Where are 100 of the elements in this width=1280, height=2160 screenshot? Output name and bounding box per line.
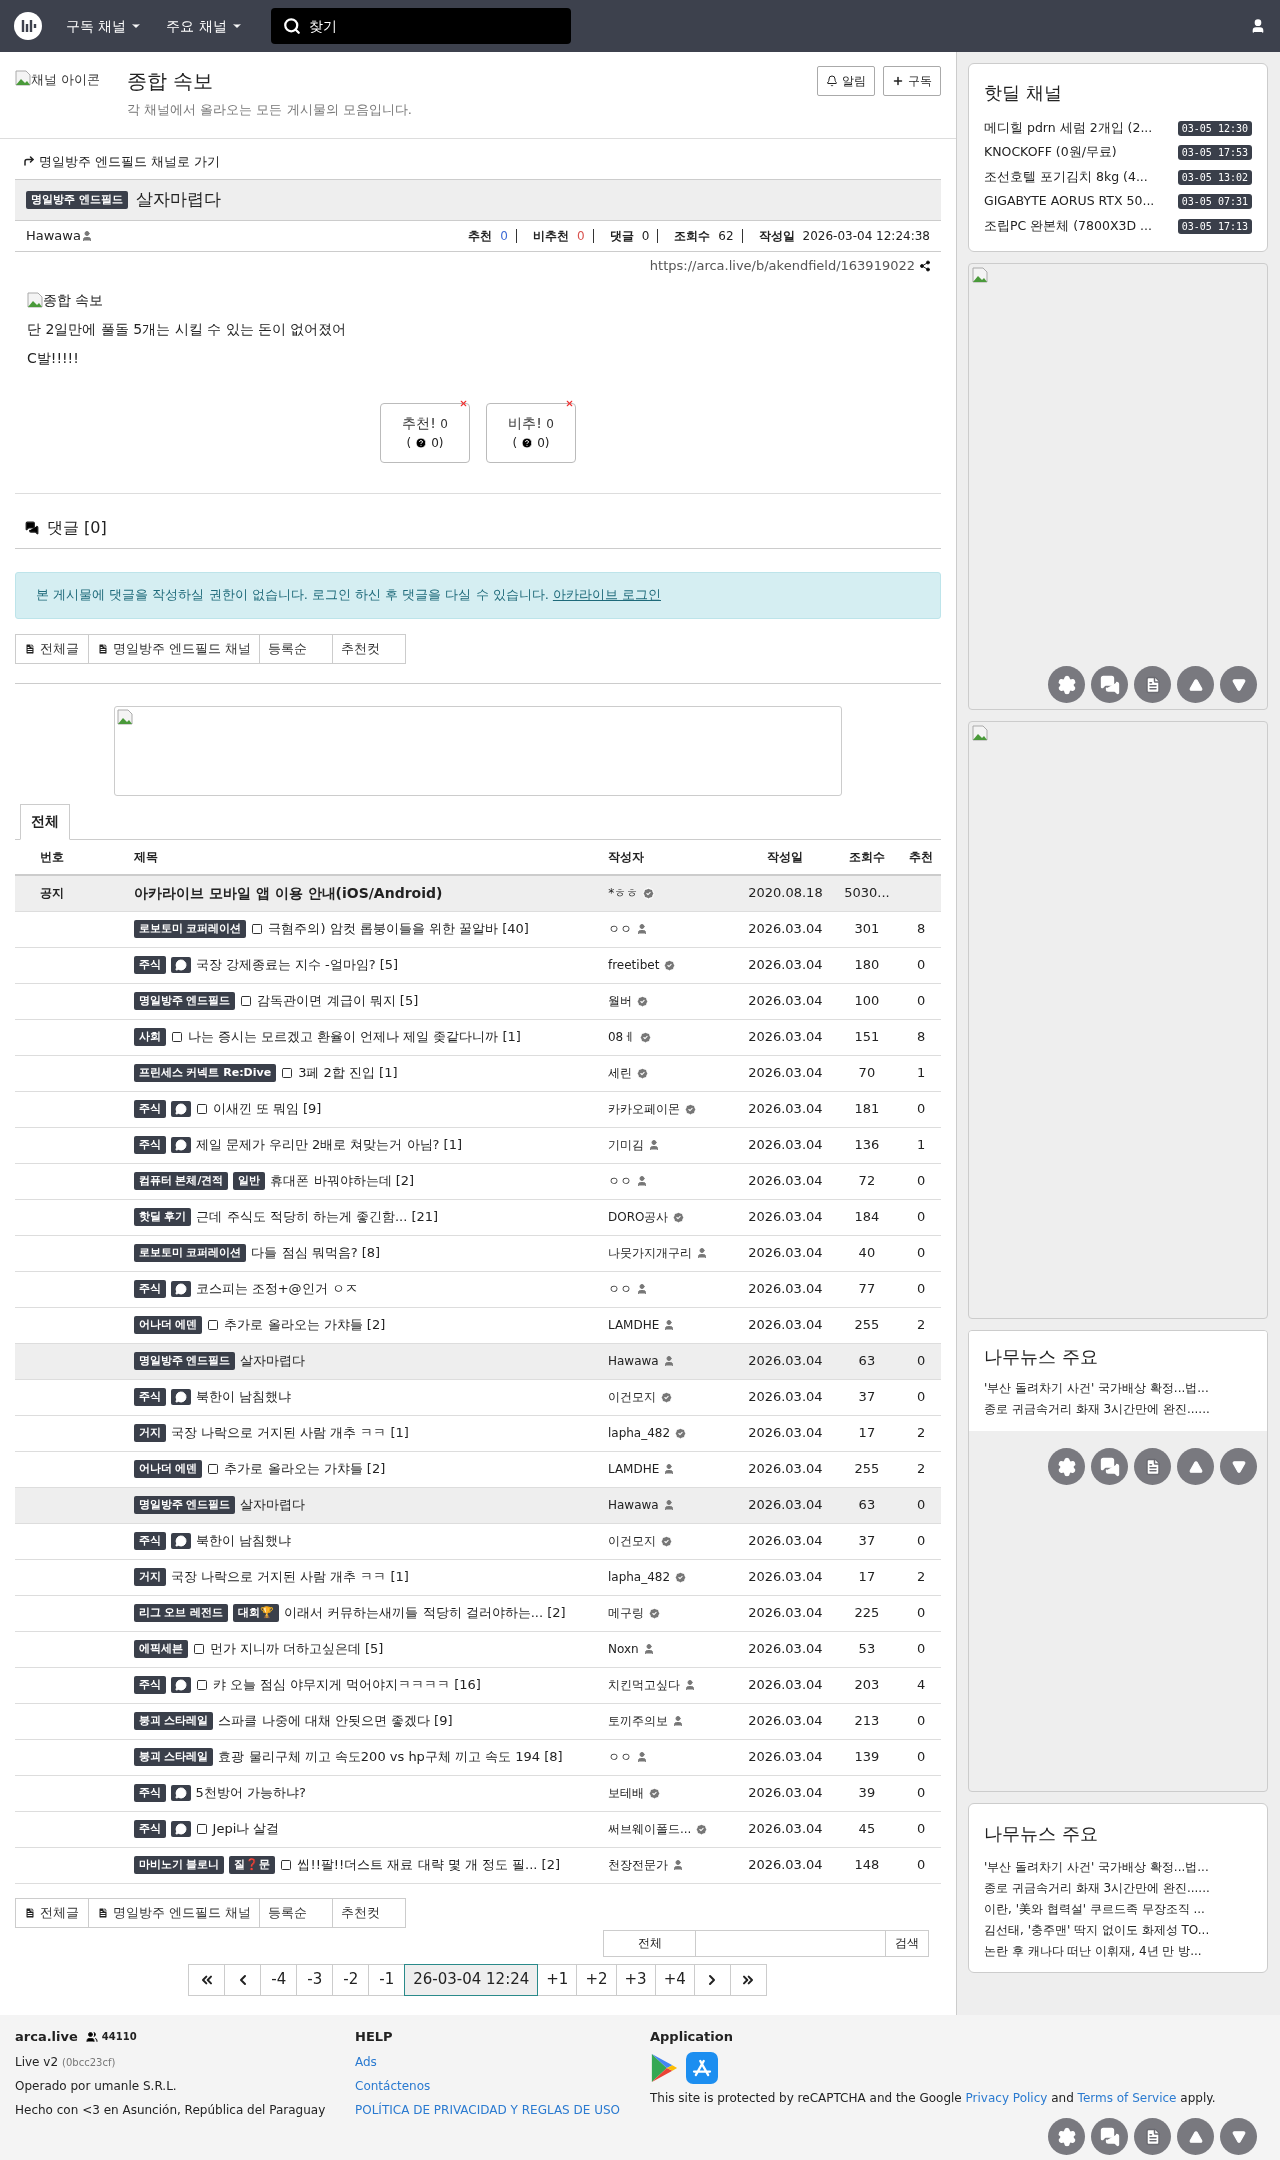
search-scope-select[interactable]: 전체 [603, 1929, 696, 1957]
post-title-link[interactable]: 근데 주식도 적당히 하는게 좋긴함... [21] [196, 1207, 439, 1227]
post-title-link[interactable]: 살자마렵다 [240, 1495, 306, 1515]
views-cell-text: 181 [853, 1100, 881, 1119]
post-title-link[interactable]: Jepi나 살걸 [212, 1819, 280, 1839]
vote-button[interactable]: 추천! 0 ( 0) [380, 402, 470, 463]
table-row[interactable]: 명일방주 엔드필드 살자마렵다 Hawawa 2026.03.04 63 0 [15, 1487, 941, 1524]
last-page-button[interactable] [729, 1963, 767, 1996]
footer-brand: arca.live [15, 2028, 78, 2046]
post-title-link[interactable]: 휴대폰 바꿔야하는데 [2] [270, 1171, 415, 1191]
post-title-link[interactable]: 5천방어 가능하냐? [195, 1783, 306, 1803]
verified-icon [635, 994, 649, 1008]
terms-link[interactable]: Terms of Service [1077, 2090, 1177, 2105]
close-icon[interactable] [459, 398, 468, 408]
subscribe-button[interactable]: 구독 [883, 66, 941, 96]
board-search-field[interactable] [696, 1929, 886, 1957]
list-tab[interactable]: 등록순 [259, 1897, 334, 1928]
list-tab[interactable]: 추천컷 [332, 1897, 407, 1928]
post-title-link[interactable]: 3페 2합 진입 [1] [298, 1063, 398, 1083]
list-tab[interactable]: 등록순 [259, 633, 334, 664]
user-icon[interactable] [1250, 18, 1266, 34]
post-title-link[interactable]: 극혐주의) 암컷 롭붕이들을 위한 꿀알바 [40] [268, 919, 529, 939]
page-button[interactable]: +2 [576, 1963, 617, 1996]
search-field[interactable]: 찾기 [270, 8, 571, 44]
alarm-button[interactable]: 알림 [817, 66, 875, 96]
post-title-link[interactable]: 효광 물리구체 끼고 속도200 vs hp구체 끼고 속도 194 [8] [218, 1747, 563, 1767]
back-to-channel-link[interactable]: 명일방주 엔드필드 채널로 가기 [23, 151, 941, 171]
post-title-link[interactable]: 씹!!팔!!더스트 재료 대략 몇 개 정도 필... [2] [297, 1855, 561, 1875]
table-row[interactable]: 명일방주 엔드필드 살자마렵다 Hawawa 2026.03.04 63 0 [15, 1343, 941, 1380]
news-link[interactable]: 종로 귀금속거리 화재 3시간만에 완진...... [984, 1398, 1210, 1420]
post-title-link[interactable]: 먼가 지니까 더하고싶은데 [5] [209, 1639, 384, 1659]
prev-page-button[interactable] [224, 1963, 262, 1996]
nav-menu[interactable]: 구독 채널 [66, 15, 143, 37]
post-title-link[interactable]: 다들 점심 뭐먹음? [8] [251, 1243, 381, 1263]
privacy-policy-link[interactable]: Privacy Policy [965, 2090, 1048, 2105]
hotdeal-link[interactable]: KNOCKOFF (0원/무료) [984, 143, 1117, 163]
list-tab[interactable]: 전체글 [15, 1897, 89, 1928]
category-badge: 거지 [133, 1567, 166, 1587]
post-title-link[interactable]: 코스피는 조정+@인거 ㅇㅈ [195, 1279, 358, 1299]
notice-title-link[interactable]: 아카라이브 모바일 앱 이용 안내(iOS/Android) [134, 882, 609, 904]
hotdeal-link[interactable]: 조선호텔 포기김치 8kg (4... [984, 167, 1148, 187]
post-title-link[interactable]: 나는 증시는 모르겠고 환율이 언제나 제일 좆같다니까 [1] [187, 1027, 521, 1047]
news-link[interactable]: 김선태, '충주맨' 딱지 없이도 화제성 TO... [984, 1919, 1210, 1941]
list-tab[interactable]: 추천컷 [332, 633, 407, 664]
vote-button[interactable]: 비추! 0 ( 0) [486, 402, 576, 463]
board-tab[interactable]: 전체 [20, 803, 70, 840]
close-icon[interactable] [565, 398, 574, 408]
page-button[interactable]: -4 [260, 1963, 298, 1996]
first-page-button[interactable] [188, 1963, 226, 1996]
news-link[interactable]: 이란, '美와 협력설' 쿠르드족 무장조직 ... [984, 1898, 1205, 1920]
play-store-icon[interactable] [650, 2051, 678, 2084]
post-title-link[interactable]: 스파클 나중에 대채 안됫으면 좋겠다 [9] [218, 1711, 453, 1731]
help-link[interactable]: Contáctenos [355, 2076, 650, 2095]
author-name: freetibet [607, 957, 660, 974]
post-title-link[interactable]: 국장 강제종료는 지수 -얼마임? [5] [195, 955, 399, 975]
post-title-link[interactable]: 살자마렵다 [240, 1351, 306, 1371]
news-link[interactable]: '부산 돌려차기 사건' 국가배상 확정...법... [984, 1856, 1209, 1878]
post-title-link[interactable]: 이새낀 또 뭐임 [9] [212, 1099, 322, 1119]
page-button[interactable]: +3 [615, 1963, 656, 1996]
hotdeal-link[interactable]: 메디힐 pdrn 세럼 2개입 (2... [984, 118, 1153, 138]
help-link[interactable]: POLÍTICA DE PRIVACIDAD Y REGLAS DE USO [355, 2100, 650, 2119]
app-store-icon[interactable] [686, 2051, 718, 2084]
page-button[interactable]: -3 [296, 1963, 334, 1996]
stat-label: 작성일 [758, 228, 795, 245]
login-link[interactable]: 아카라이브 로그인 [552, 585, 661, 605]
post-title-link[interactable]: 북한이 남침했냐 [195, 1387, 291, 1407]
news-link[interactable]: '부산 돌려차기 사건' 국가배상 확정...법... [984, 1377, 1209, 1399]
page-button[interactable]: +4 [654, 1963, 695, 1996]
post-author: Hawawa [26, 227, 81, 246]
share-icon[interactable] [919, 259, 931, 272]
post-title-link[interactable]: 감독관이면 계급이 뭐지 [5] [257, 991, 419, 1011]
list-tab[interactable]: 명일방주 엔드필드 채널 [88, 633, 261, 664]
speech-bubble-icon [174, 959, 187, 971]
list-tab[interactable]: 전체글 [15, 633, 89, 664]
page-button[interactable]: -2 [332, 1963, 370, 1996]
logo-icon[interactable] [14, 12, 42, 40]
list-tab[interactable]: 명일방주 엔드필드 채널 [88, 1897, 261, 1928]
category-badge: 붕괴 스타레일 [133, 1711, 214, 1731]
help-link[interactable]: Ads [355, 2052, 650, 2071]
post-title-link[interactable]: 추가로 올라오는 가챠들 [2] [224, 1315, 386, 1335]
post-title-link[interactable]: 캬 오늘 점심 야무지게 먹어야지ㅋㅋㅋㅋ [16] [212, 1675, 481, 1695]
post-title-link[interactable]: 제일 문제가 우리만 2배로 쳐맞는거 아님? [1] [195, 1135, 462, 1155]
verified-icon [659, 1390, 673, 1404]
search-button[interactable]: 검색 [886, 1929, 929, 1957]
post-title-link[interactable]: 이래서 커뮤하는새끼들 적당히 걸러야하는... [2] [284, 1603, 566, 1623]
post-title-link[interactable]: 추가로 올라오는 가챠들 [2] [224, 1459, 386, 1479]
user-icon [662, 1355, 675, 1367]
post-title-link[interactable]: 북한이 남침했냐 [195, 1531, 291, 1551]
hotdeal-link[interactable]: 조립PC 완본체 (7800X3D ... [984, 216, 1152, 236]
page-button[interactable]: 26-03-04 12:24 [404, 1963, 539, 1996]
next-page-button[interactable] [693, 1963, 731, 1996]
post-title-link[interactable]: 국장 나락으로 거지된 사람 개추 ㅋㅋ [1] [170, 1567, 409, 1587]
page-button[interactable]: +1 [537, 1963, 578, 1996]
post-title-link[interactable]: 국장 나락으로 거지된 사람 개추 ㅋㅋ [1] [170, 1423, 409, 1443]
nav-menu[interactable]: 주요 채널 [166, 15, 243, 37]
news-link[interactable]: 논란 후 캐나다 떠난 이휘재, 4년 만 방... [984, 1940, 1202, 1962]
date-cell-text: 2020.08.18 [747, 884, 824, 903]
post-url-link[interactable]: https://arca.live/b/akendfield/163919022 [649, 256, 915, 276]
news-link[interactable]: 종로 귀금속거리 화재 3시간만에 완진...... [984, 1877, 1210, 1899]
hotdeal-link[interactable]: GIGABYTE AORUS RTX 50... [984, 192, 1155, 212]
